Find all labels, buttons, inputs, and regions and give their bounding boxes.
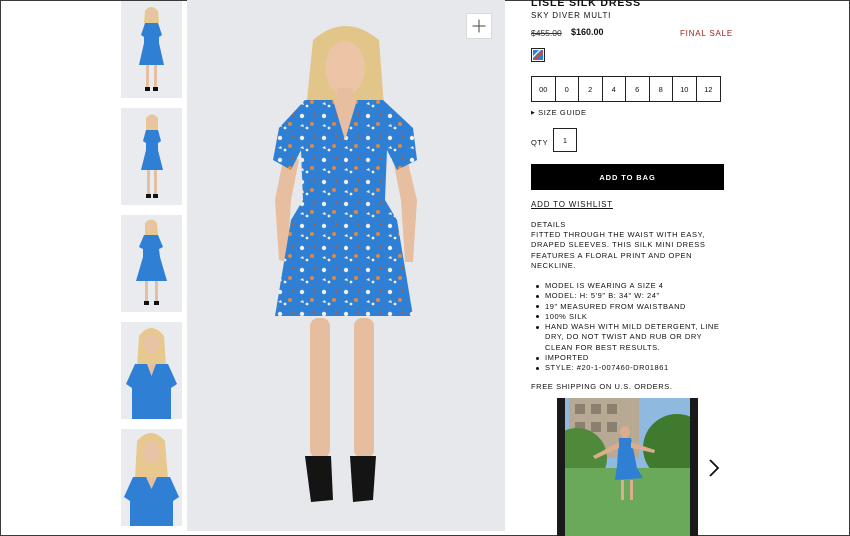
next-photo-button[interactable] xyxy=(707,458,721,478)
original-price: $455.00 xyxy=(531,28,562,38)
size-option[interactable]: 6 xyxy=(626,77,650,101)
size-option[interactable]: 12 xyxy=(697,77,721,101)
list-item: STYLE: #20-1-007460-DR01861 xyxy=(531,363,726,373)
size-option[interactable]: 10 xyxy=(673,77,697,101)
model-closeup-thumbnail-image xyxy=(121,322,182,419)
product-color-name: SKY DIVER MULTI xyxy=(531,11,612,20)
model-front-thumbnail-image xyxy=(121,1,182,98)
thumbnail-1[interactable] xyxy=(121,1,182,98)
list-item: MODEL IS WEARING A SIZE 4 xyxy=(531,281,726,291)
thumbnail-3[interactable] xyxy=(121,215,182,312)
color-swatch-pattern xyxy=(533,50,543,60)
model-angle-thumbnail-image xyxy=(121,108,182,205)
final-sale-badge: FINAL SALE xyxy=(680,29,734,38)
quantity-label: QTY xyxy=(531,138,549,147)
list-item: 19" MEASURED FROM WAISTBAND xyxy=(531,302,726,312)
size-option[interactable]: 8 xyxy=(650,77,673,101)
add-to-wishlist-link[interactable]: ADD TO WISHLIST xyxy=(531,200,613,209)
triangle-right-icon: ▶ xyxy=(531,110,536,116)
color-swatch[interactable] xyxy=(531,48,545,62)
size-selector: 00 0 2 4 6 8 10 12 xyxy=(531,76,721,102)
details-heading: DETAILS xyxy=(531,220,566,229)
shipping-note: FREE SHIPPING ON U.S. ORDERS. xyxy=(531,382,673,391)
size-guide-label: SIZE GUIDE xyxy=(538,108,587,117)
thumbnail-2[interactable] xyxy=(121,108,182,205)
model-portrait-thumbnail-image xyxy=(121,429,182,526)
thumbnail-4[interactable] xyxy=(121,322,182,419)
add-to-bag-button[interactable]: ADD TO BAG xyxy=(531,164,724,190)
details-bullet-list: MODEL IS WEARING A SIZE 4 MODEL: H: 5'9"… xyxy=(531,281,726,374)
customer-photo[interactable] xyxy=(557,398,698,536)
list-item: 100% SILK xyxy=(531,312,726,322)
main-product-image xyxy=(187,0,505,531)
size-option[interactable]: 4 xyxy=(603,77,626,101)
product-title: LISLE SILK DRESS xyxy=(531,0,642,9)
plus-icon xyxy=(472,19,486,33)
quantity-input[interactable]: 1 xyxy=(553,128,577,152)
list-item: MODEL: H: 5'9" B: 34" W: 24" xyxy=(531,291,726,301)
zoom-button[interactable] xyxy=(466,13,492,39)
size-option[interactable]: 2 xyxy=(579,77,603,101)
chevron-right-icon xyxy=(709,459,720,477)
details-description: FITTED THROUGH THE WAIST WITH EASY, DRAP… xyxy=(531,230,706,270)
size-option[interactable]: 0 xyxy=(556,77,579,101)
model-walking-thumbnail-image xyxy=(121,215,182,312)
size-guide-link[interactable]: ▶ SIZE GUIDE xyxy=(531,108,587,117)
sale-price: $160.00 xyxy=(571,27,604,37)
size-option[interactable]: 00 xyxy=(532,77,556,101)
list-item: IMPORTED xyxy=(531,353,726,363)
thumbnail-5[interactable] xyxy=(121,429,182,526)
list-item: HAND WASH WITH MILD DETERGENT, LINE DRY,… xyxy=(531,322,726,353)
model-in-dress-image xyxy=(187,0,505,531)
outdoor-photo-image xyxy=(557,398,698,536)
